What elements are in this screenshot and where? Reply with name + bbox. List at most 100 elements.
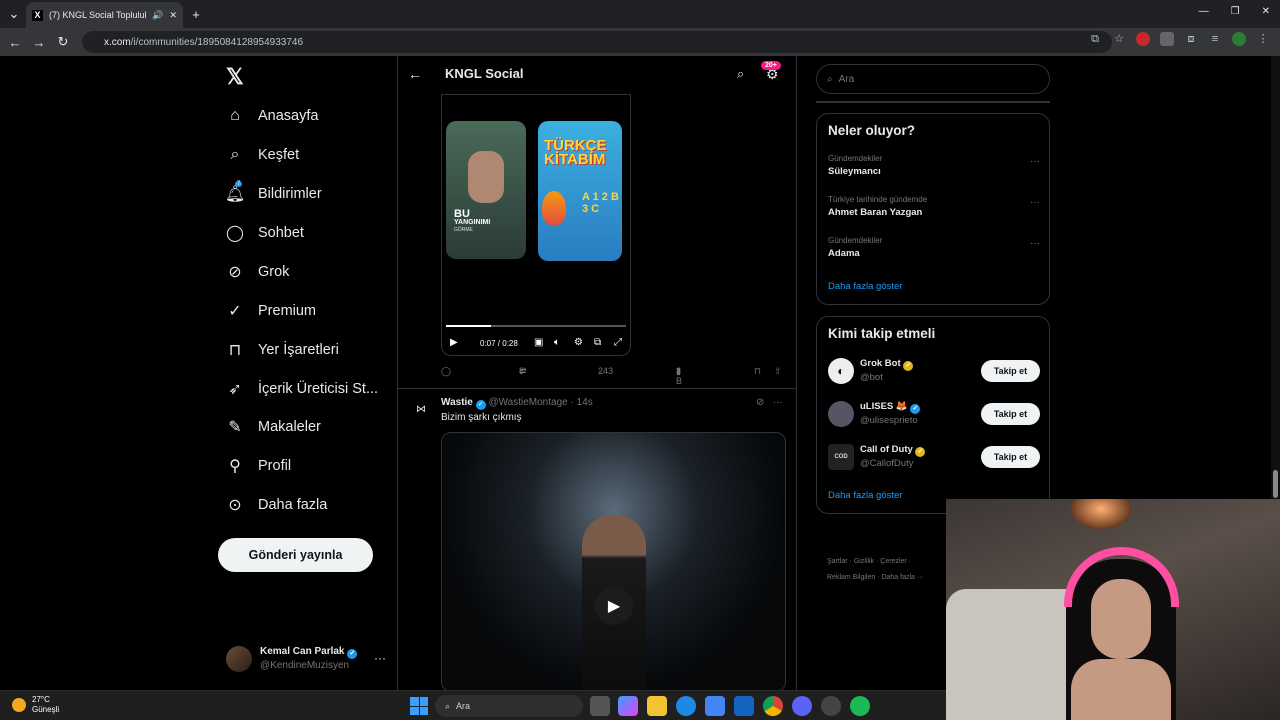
bookmark-action-icon[interactable]: ⊓ xyxy=(754,366,761,377)
follow-button[interactable]: Takip et xyxy=(981,360,1040,382)
minimize-icon[interactable]: — xyxy=(1199,6,1209,17)
nav-item-bookmarks[interactable]: ⊓ Yer İşaretleri xyxy=(226,335,339,365)
tweet-author-name[interactable]: Wastie xyxy=(441,397,473,408)
account-name: Kemal Can Parlak xyxy=(260,646,345,657)
follow-button[interactable]: Takip et xyxy=(981,446,1040,468)
start-icon[interactable] xyxy=(410,697,428,715)
trend-more-icon[interactable]: ··· xyxy=(1030,238,1040,249)
suggestion-handle: @CallofDuty xyxy=(860,458,914,469)
show-more-link[interactable]: Daha fazla göster xyxy=(828,490,902,501)
video-player-1[interactable]: BU YANGINIMI GÖRME TÜRKÇE KİTABIM A 1 2 … xyxy=(441,94,631,356)
nav-item-chat[interactable]: ◯ Sohbet xyxy=(226,218,304,248)
suggestion-name: Call of Duty xyxy=(860,444,913,455)
video-progress-bar[interactable] xyxy=(446,325,626,327)
nav-item-grok[interactable]: ⊘ Grok xyxy=(226,257,289,287)
suggestion-name: Grok Bot xyxy=(860,358,901,369)
media-icon[interactable]: ≡ xyxy=(1208,32,1222,46)
new-tab-button[interactable]: + xyxy=(184,2,208,26)
search-icon[interactable]: ⌕ xyxy=(737,66,744,82)
close-tab-icon[interactable]: ✕ xyxy=(169,10,177,21)
puzzle-icon[interactable]: ⧈ xyxy=(1184,32,1198,46)
extension-icons: ⧉ ☆ ⧈ ≡ ⋮ xyxy=(1088,32,1270,46)
extension-red-icon[interactable] xyxy=(1136,32,1150,46)
tweet-author-handle[interactable]: @WastieMontage xyxy=(488,397,567,408)
volume-icon[interactable]: 🔈︎ xyxy=(554,337,560,348)
captions-icon[interactable]: ▣ xyxy=(534,337,543,348)
nav-item-articles[interactable]: ✎ Makaleler xyxy=(226,412,321,442)
nav-label: Makaleler xyxy=(258,419,321,435)
file-explorer-icon[interactable] xyxy=(647,696,667,716)
nav-item-profile[interactable]: ⚲ Profil xyxy=(226,451,291,481)
trend-more-icon[interactable]: ··· xyxy=(1030,197,1040,208)
tweet-more-icon[interactable]: ··· xyxy=(773,397,783,408)
profile-avatar-icon[interactable] xyxy=(1232,32,1246,46)
trend-item[interactable]: Gündemdekiler Süleymancı ··· xyxy=(828,154,1040,177)
reload-icon[interactable]: ↻ xyxy=(51,30,75,54)
task-view-icon[interactable] xyxy=(590,696,610,716)
show-more-link[interactable]: Daha fazla göster xyxy=(828,281,902,292)
extension-grey-icon[interactable] xyxy=(1160,32,1174,46)
address-bar[interactable]: x.com/i/communities/1895084128954933746 xyxy=(82,31,1112,53)
video-player-2[interactable]: ▶ xyxy=(441,432,786,690)
speaker-icon[interactable]: 🔊 xyxy=(152,10,163,21)
taskbar-search[interactable]: ⌕ Ara xyxy=(435,695,583,717)
settings-icon[interactable]: ⚙ xyxy=(574,337,583,348)
video-thumbnail-b: TÜRKÇE KİTABIM A 1 2 B 3 C xyxy=(538,121,622,261)
scrollbar-thumb[interactable] xyxy=(1273,470,1278,498)
spotify-icon[interactable] xyxy=(850,696,870,716)
search-input[interactable]: ⌕ Ara xyxy=(816,64,1050,94)
store-icon[interactable] xyxy=(705,696,725,716)
verified-badge-icon: ✓ xyxy=(915,447,926,457)
back-icon[interactable]: ← xyxy=(3,30,27,54)
reply-icon[interactable]: ◯ xyxy=(441,366,451,377)
nav-item-creator-studio[interactable]: ➶ İçerik Üreticisi St... xyxy=(226,374,378,404)
chrome-icon[interactable] xyxy=(763,696,783,716)
search-icon: ⌕ xyxy=(230,146,240,163)
thumbnail-small-text: GÖRME xyxy=(454,227,473,233)
copilot-icon[interactable] xyxy=(618,696,638,716)
trend-item[interactable]: Gündemdekiler Adama ··· xyxy=(828,236,1040,259)
weather-widget[interactable]: 27°C Güneşli xyxy=(12,695,59,715)
nav-item-home[interactable]: ⌂ Anasayfa xyxy=(226,101,318,131)
share-icon[interactable]: ⇧ xyxy=(774,366,782,377)
tab-list-icon[interactable]: ⌄ xyxy=(2,2,26,26)
follow-suggestion[interactable]: uLISES 🦊 ✓ @ulisesprieto Takip et xyxy=(828,399,1040,429)
star-icon[interactable]: ☆ xyxy=(1112,32,1126,46)
nav-item-explore[interactable]: ⌕ Keşfet xyxy=(226,140,300,170)
headphones xyxy=(1064,547,1179,607)
play-button-icon[interactable]: ▶ xyxy=(595,587,633,625)
weather-status: Güneşli xyxy=(32,705,60,714)
obs-icon[interactable] xyxy=(821,696,841,716)
restore-icon[interactable]: ❐ xyxy=(1231,6,1240,17)
follow-suggestion[interactable]: COD Call of Duty ✓ @CallofDuty Takip et xyxy=(828,442,1040,472)
follow-button[interactable]: Takip et xyxy=(981,403,1040,425)
trend-item[interactable]: Türkiye tarihinde gündemde Ahmet Baran Y… xyxy=(828,195,1040,218)
back-arrow-icon[interactable]: ← xyxy=(408,66,422,82)
browser-tab[interactable]: X (7) KNGL Social Topluluk / X 🔊 ✕ xyxy=(26,2,183,28)
mail-icon[interactable] xyxy=(734,696,754,716)
forward-icon[interactable]: → xyxy=(27,30,51,54)
browser-tab-strip: ⌄ X (7) KNGL Social Topluluk / X 🔊 ✕ + —… xyxy=(0,0,1280,28)
post-button[interactable]: Gönderi yayınla xyxy=(218,538,373,572)
nav-item-more[interactable]: ⊙ Daha fazla xyxy=(226,490,327,520)
nav-item-notifications[interactable]: 🔔︎ 7 Bildirimler xyxy=(225,179,322,209)
edge-icon[interactable] xyxy=(676,696,696,716)
play-icon[interactable]: ▶ xyxy=(450,337,458,348)
follow-title: Kimi takip etmeli xyxy=(828,326,936,341)
fullscreen-icon[interactable]: ⤢ xyxy=(614,337,622,348)
x-logo-icon[interactable]: 𝕏 xyxy=(226,64,244,90)
account-more-icon[interactable]: ··· xyxy=(374,651,386,665)
follow-suggestion[interactable]: ◐ Grok Bot ✓ @bot Takip et xyxy=(828,356,1040,386)
close-window-icon[interactable]: ✕ xyxy=(1262,6,1270,17)
suggestion-name: uLISES 🦊 xyxy=(860,401,908,412)
menu-icon[interactable]: ⋮ xyxy=(1256,32,1270,46)
discord-icon[interactable] xyxy=(792,696,812,716)
nav-label: Grok xyxy=(258,264,290,280)
nav-item-premium[interactable]: ✓ Premium xyxy=(226,296,316,326)
grok-analyze-icon[interactable]: ⊘ xyxy=(756,397,764,408)
cast-icon[interactable]: ⧉ xyxy=(1088,32,1102,46)
account-switcher[interactable]: Kemal Can Parlak ✓ @KendineMuzisyen ··· xyxy=(226,643,386,675)
video-thumbnail-a: BU YANGINIMI GÖRME xyxy=(446,121,526,259)
trend-more-icon[interactable]: ··· xyxy=(1030,156,1040,167)
pip-icon[interactable]: ⧉ xyxy=(594,337,601,348)
